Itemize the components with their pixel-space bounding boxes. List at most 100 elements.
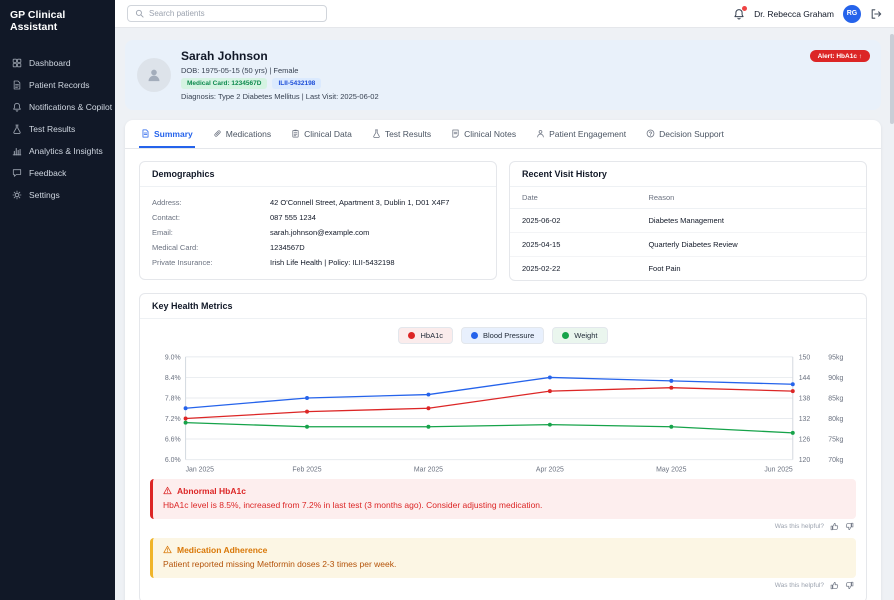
alert-box: Abnormal HbA1c HbA1c level is 8.5%, incre… (150, 478, 856, 519)
alert-message: Patient reported missing Metformin doses… (163, 558, 397, 569)
legend-hba1c[interactable]: HbA1c (398, 326, 453, 344)
svg-text:70kg: 70kg (828, 457, 843, 464)
patient-name: Sarah Johnson (181, 49, 268, 63)
demographics-card: Demographics Address: 42 O'Connell Street… (139, 160, 497, 280)
svg-text:8.4%: 8.4% (165, 374, 181, 381)
svg-text:6.6%: 6.6% (165, 436, 181, 443)
legend-dot (408, 331, 416, 339)
helpful-label: Was this helpful? (774, 522, 824, 530)
tab-medications[interactable]: Medications (211, 120, 273, 148)
visits-col-header: Date (510, 186, 637, 209)
visit-date: 2025-02-22 (522, 263, 561, 273)
scrollbar[interactable] (889, 28, 894, 600)
svg-text:Jan 2025: Jan 2025 (186, 466, 215, 473)
sidebar-item-label: Patient Records (29, 80, 90, 91)
user-name: Dr. Rebecca Graham (754, 8, 834, 19)
main-content: Sarah Johnson DOB: 1975-05-15 (50 yrs) |… (115, 28, 894, 600)
medical-card-badge: Medical Card: 1234567D (181, 78, 268, 89)
alert-title: Abnormal HbA1c (163, 486, 846, 496)
hba1c-alert-badge: Alert: HbA1c ↑ (809, 50, 870, 62)
tab-clinical-data[interactable]: Clinical Data (289, 120, 354, 148)
svg-text:Jun 2025: Jun 2025 (764, 466, 793, 473)
legend-weight[interactable]: Weight (552, 326, 608, 344)
demographics-label: Contact: (152, 212, 180, 222)
tab-clinical-notes[interactable]: Clinical Notes (449, 120, 518, 148)
legend-label: Weight (574, 330, 598, 340)
person-icon (146, 67, 162, 83)
sidebar-nav: Dashboard Patient Records Notifications & … (0, 52, 115, 206)
sidebar-item-patient-records[interactable]: Patient Records (0, 74, 115, 96)
sidebar-item-dashboard[interactable]: Dashboard (0, 52, 115, 74)
tab-label: Clinical Notes (464, 128, 517, 139)
patient-avatar (137, 57, 171, 92)
visits-col-header: Reason (636, 186, 866, 209)
svg-text:90kg: 90kg (828, 374, 843, 381)
sidebar-item-settings[interactable]: Settings (0, 184, 115, 206)
patient-badges: Medical Card: 1234567D ILII-5432198 (181, 78, 379, 89)
question-icon (646, 129, 655, 138)
warning-icon (163, 486, 172, 495)
thumbs-down-icon[interactable] (845, 581, 854, 590)
thumbs-down-icon[interactable] (845, 522, 854, 531)
metrics-title: Key Health Metrics (140, 294, 866, 319)
demographics-label: Private Insurance: (152, 257, 213, 267)
visit-row[interactable]: 2025-04-15 Quarterly Diabetes Review (510, 232, 866, 257)
svg-text:80kg: 80kg (828, 415, 843, 422)
legend-blood-pressure[interactable]: Blood Pressure (461, 326, 545, 344)
tab-summary[interactable]: Summary (139, 120, 195, 148)
demographics-value: 42 O'Connell Street, Apartment 3, Dublin… (270, 197, 450, 207)
demographics-label: Address: (152, 197, 182, 207)
helpful-row: Was this helpful? (150, 581, 856, 590)
sidebar-item-test-results[interactable]: Test Results (0, 118, 115, 140)
demographics-title: Demographics (140, 162, 496, 187)
dashboard-icon (12, 58, 22, 68)
thumbs-up-icon[interactable] (830, 522, 839, 531)
scrollbar-thumb[interactable] (889, 34, 894, 124)
sidebar-item-feedback[interactable]: Feedback (0, 162, 115, 184)
tab-decision-support[interactable]: Decision Support (644, 120, 726, 148)
svg-text:6.0%: 6.0% (165, 457, 181, 464)
demographics-rows: Address: 42 O'Connell Street, Apartment 3… (140, 187, 496, 279)
alert-box: Medication Adherence Patient reported mis… (150, 537, 856, 578)
metrics-card: Key Health Metrics HbA1c Blood Pressure We… (139, 292, 867, 600)
user-avatar[interactable]: RG (843, 4, 861, 23)
visit-reason: Quarterly Diabetes Review (636, 232, 866, 257)
demographics-label: Email: (152, 227, 173, 237)
alert-message: HbA1c level is 8.5%, increased from 7.2%… (163, 499, 543, 510)
patient-header: Sarah Johnson DOB: 1975-05-15 (50 yrs) |… (125, 40, 881, 110)
tab-label: Decision Support (659, 128, 724, 139)
sidebar-item-analytics-and-insights[interactable]: Analytics & Insights (0, 140, 115, 162)
demographics-row: Medical Card: 1234567D (152, 240, 484, 255)
svg-text:9.0%: 9.0% (165, 354, 181, 361)
search-box[interactable] (127, 5, 327, 22)
thumbs-up-icon[interactable] (830, 581, 839, 590)
tab-patient-engagement[interactable]: Patient Engagement (534, 120, 628, 148)
visit-date: 2025-06-02 (510, 208, 637, 233)
notifications-bell-icon[interactable] (733, 5, 748, 20)
warning-icon (163, 545, 172, 554)
svg-text:7.2%: 7.2% (165, 415, 181, 422)
svg-text:7.8%: 7.8% (165, 395, 181, 402)
logout-icon[interactable] (870, 8, 882, 20)
tab-label: Medications (225, 128, 272, 139)
app-title: GP Clinical Assistant (10, 9, 66, 34)
svg-text:85kg: 85kg (828, 395, 843, 402)
flask-icon (12, 124, 22, 134)
pill-icon (213, 129, 222, 138)
svg-text:132: 132 (799, 415, 811, 422)
note-icon (451, 129, 460, 138)
tab-test-results[interactable]: Test Results (370, 120, 433, 148)
demographics-label: Medical Card: (152, 242, 199, 252)
sidebar: GP Clinical Assistant Dashboard Patient R… (0, 0, 115, 600)
demographics-row: Private Insurance: Irish Life Health | Po… (152, 255, 484, 270)
sidebar-item-notifications-and-copilot[interactable]: Notifications & Copilot (0, 96, 115, 118)
legend-dot (562, 331, 570, 339)
visit-row[interactable]: 2025-02-22 Foot Pain (510, 256, 866, 280)
chart-wrap: 9.0% 150 95kg 8.4% 144 90kg 7.8% 138 85kg 7.2% 132… (140, 347, 866, 475)
svg-text:75kg: 75kg (828, 436, 843, 443)
visit-row[interactable]: 2025-06-02 Diabetes Management (510, 208, 866, 233)
chart-legend: HbA1c Blood Pressure Weight (140, 319, 866, 347)
helpful-label: Was this helpful? (774, 581, 824, 589)
search-input[interactable] (149, 9, 319, 18)
tab-label: Patient Engagement (549, 128, 627, 139)
